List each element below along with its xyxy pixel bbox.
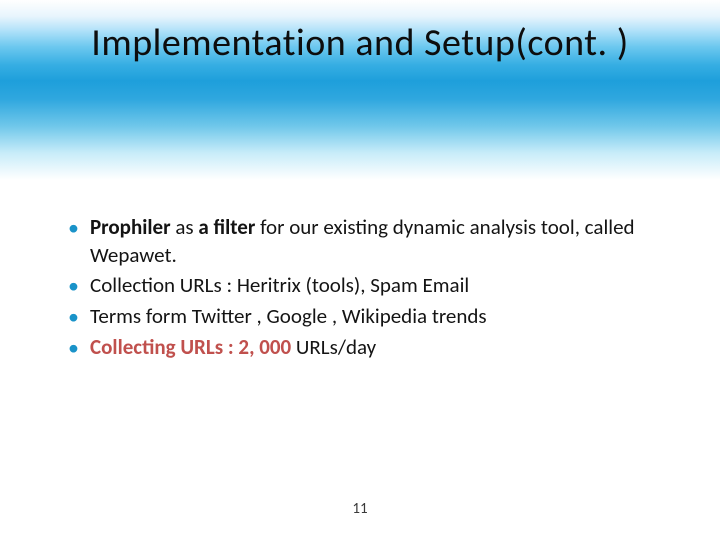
slide-title: Implementation and Setup(cont. ): [0, 0, 720, 66]
list-item: Terms form Twitter , Google , Wikipedia …: [68, 303, 674, 331]
list-item: Collection URLs : Heritrix (tools), Spam…: [68, 272, 674, 300]
list-item: Prophiler as a filter for our existing d…: [68, 214, 674, 269]
slide-content: Prophiler as a filter for our existing d…: [68, 214, 674, 365]
text-bold: a filter: [198, 214, 255, 240]
list-item: Collecting URLs : 2, 000 URLs/day: [68, 334, 674, 362]
text: Terms form Twitter , Google , Wikipedia …: [90, 303, 487, 329]
text-bold: Prophiler: [90, 214, 171, 240]
page-number: 11: [0, 500, 720, 518]
text: Collection URLs : Heritrix (tools), Spam…: [90, 272, 469, 298]
bullet-list: Prophiler as a filter for our existing d…: [68, 214, 674, 362]
text: URLs/day: [291, 334, 376, 360]
text-accent: Collecting URLs : 2, 000: [90, 334, 291, 360]
text: as: [171, 214, 199, 240]
